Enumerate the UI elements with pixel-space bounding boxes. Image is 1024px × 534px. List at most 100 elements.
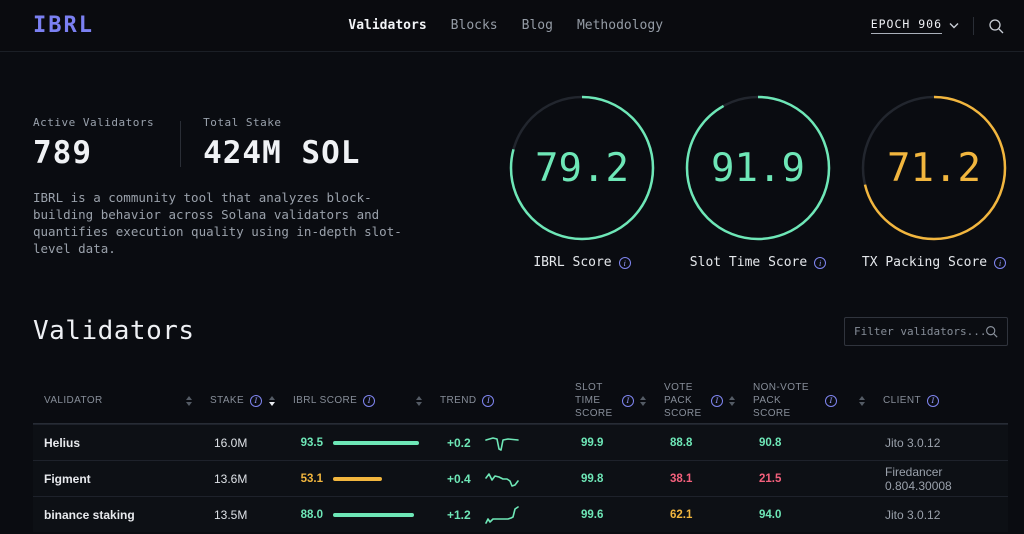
table-header-row: VALIDATOR STAKE IBRL SCORE TREND SLOT TI… — [33, 378, 1008, 424]
stat-value: 789 — [33, 135, 154, 171]
filter-box — [844, 317, 1008, 346]
ibrl-score-cell: 53.1 — [293, 473, 440, 485]
gauge-value: 91.9 — [684, 94, 832, 242]
ibrl-score-value: 93.5 — [293, 437, 323, 449]
sort-icon — [416, 396, 422, 406]
client-version: Firedancer 0.804.30008 — [883, 465, 1008, 493]
trend-value: +1.2 — [447, 508, 475, 522]
info-icon[interactable] — [250, 395, 262, 407]
nav-link-blog[interactable]: Blog — [522, 18, 553, 33]
info-icon[interactable] — [825, 395, 837, 407]
slot-time-score: 99.9 — [575, 437, 664, 449]
table-row[interactable]: Figment 13.6M 53.1 +0.4 99.8 38.1 21.5 F… — [33, 460, 1008, 496]
sort-icon — [186, 396, 192, 406]
trend-sparkline — [485, 432, 519, 454]
ibrl-score-value: 88.0 — [293, 509, 323, 521]
validators-table: VALIDATOR STAKE IBRL SCORE TREND SLOT TI… — [33, 378, 1008, 532]
nav-link-methodology[interactable]: Methodology — [577, 18, 663, 33]
validators-header: Validators — [33, 316, 1008, 346]
gauge-ibrl-score: 79.2 IBRL Score — [508, 94, 656, 270]
column-header-slot-time-score[interactable]: SLOT TIME SCORE — [575, 381, 664, 420]
stat-divider — [180, 121, 181, 167]
ibrl-score-bar — [333, 477, 382, 481]
info-icon[interactable] — [482, 395, 494, 407]
info-icon[interactable] — [622, 395, 634, 407]
info-icon[interactable] — [711, 395, 723, 407]
table-row[interactable]: Helius 16.0M 93.5 +0.2 99.9 88.8 90.8 Ji… — [33, 424, 1008, 460]
app-logo[interactable]: IBRL — [33, 13, 94, 38]
stat-value: 424M SOL — [203, 135, 360, 171]
column-header-ibrl-score[interactable]: IBRL SCORE — [293, 394, 440, 407]
filter-validators-input[interactable] — [854, 325, 985, 338]
gauge-label: Slot Time Score — [690, 255, 807, 270]
hero-section: Active Validators 789 Total Stake 424M S… — [0, 52, 1024, 270]
non-vote-pack-score: 90.8 — [753, 437, 883, 449]
column-header-validator[interactable]: VALIDATOR — [44, 394, 210, 407]
info-icon[interactable] — [927, 395, 939, 407]
ibrl-score-bar — [333, 513, 414, 517]
table-row[interactable]: binance staking 13.5M 88.0 +1.2 99.6 62.… — [33, 496, 1008, 532]
non-vote-pack-score: 21.5 — [753, 473, 883, 485]
vote-pack-score: 38.1 — [664, 473, 753, 485]
sort-icon — [269, 396, 275, 406]
info-icon[interactable] — [619, 257, 631, 269]
stat-label: Active Validators — [33, 116, 154, 129]
vote-pack-score: 88.8 — [664, 437, 753, 449]
gauge-label: IBRL Score — [533, 255, 611, 270]
sort-icon — [729, 396, 735, 406]
client-version: Jito 3.0.12 — [883, 508, 1008, 522]
nav-link-blocks[interactable]: Blocks — [451, 18, 498, 33]
search-icon — [988, 18, 1004, 34]
stat-total-stake: Total Stake 424M SOL — [203, 116, 360, 171]
sort-icon — [640, 396, 646, 406]
chevron-down-icon — [949, 22, 959, 29]
gauge-slot-time-score: 91.9 Slot Time Score — [684, 94, 832, 270]
validator-name: Helius — [44, 436, 210, 450]
info-icon[interactable] — [363, 395, 375, 407]
slot-time-score: 99.6 — [575, 509, 664, 521]
search-button[interactable] — [988, 18, 1004, 34]
ibrl-score-cell: 93.5 — [293, 437, 440, 449]
info-icon[interactable] — [994, 257, 1006, 269]
filter-search-icon — [985, 325, 998, 338]
nav-divider — [973, 17, 974, 35]
info-icon[interactable] — [814, 257, 826, 269]
column-header-vote-pack-score[interactable]: VOTE PACK SCORE — [664, 381, 753, 420]
epoch-selector[interactable]: EPOCH 906 — [871, 17, 959, 34]
app-description: IBRL is a community tool that analyzes b… — [33, 189, 413, 257]
column-header-stake[interactable]: STAKE — [210, 394, 293, 407]
column-header-trend[interactable]: TREND — [440, 394, 575, 407]
top-nav: IBRL Validators Blocks Blog Methodology … — [0, 0, 1024, 52]
trend-cell: +0.4 — [440, 468, 575, 490]
epoch-label: EPOCH 906 — [871, 17, 942, 34]
vote-pack-score: 62.1 — [664, 509, 753, 521]
stake-value: 13.5M — [210, 508, 293, 522]
gauge-value: 71.2 — [860, 94, 1008, 242]
ibrl-score-cell: 88.0 — [293, 509, 440, 521]
slot-time-score: 99.8 — [575, 473, 664, 485]
main-nav: Validators Blocks Blog Methodology — [348, 18, 663, 33]
trend-sparkline — [485, 468, 519, 490]
trend-value: +0.4 — [447, 472, 475, 486]
ibrl-score-bar — [333, 441, 419, 445]
stat-active-validators: Active Validators 789 — [33, 116, 154, 171]
score-gauges: 79.2 IBRL Score 91.9 Slot Time Score — [508, 94, 1008, 270]
trend-sparkline — [485, 504, 519, 526]
section-title: Validators — [33, 316, 195, 346]
stake-value: 16.0M — [210, 436, 293, 450]
stats: Active Validators 789 Total Stake 424M S… — [33, 116, 413, 171]
validator-name: binance staking — [44, 508, 210, 522]
trend-value: +0.2 — [447, 436, 475, 450]
stat-label: Total Stake — [203, 116, 360, 129]
validator-name: Figment — [44, 472, 210, 486]
stake-value: 13.6M — [210, 472, 293, 486]
column-header-non-vote-pack-score[interactable]: NON-VOTE PACK SCORE — [753, 381, 883, 420]
nav-link-validators[interactable]: Validators — [348, 18, 426, 33]
trend-cell: +0.2 — [440, 432, 575, 454]
gauge-tx-packing-score: 71.2 TX Packing Score — [860, 94, 1008, 270]
column-header-client[interactable]: CLIENT — [883, 394, 1008, 407]
gauge-value: 79.2 — [508, 94, 656, 242]
trend-cell: +1.2 — [440, 504, 575, 526]
non-vote-pack-score: 94.0 — [753, 509, 883, 521]
ibrl-score-value: 53.1 — [293, 473, 323, 485]
